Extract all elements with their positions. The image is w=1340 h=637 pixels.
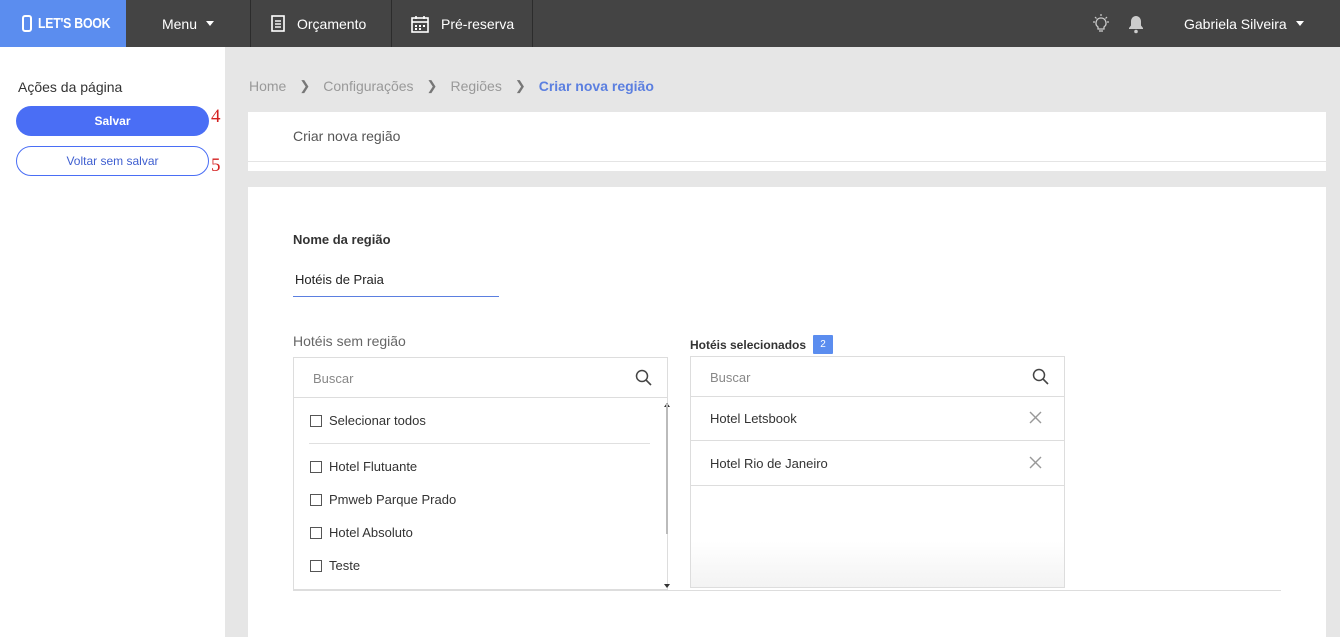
list-item[interactable]: Hotel Absoluto (310, 525, 413, 540)
bell-icon[interactable] (1127, 14, 1145, 34)
checkbox-icon (310, 559, 322, 572)
nav-orcamento[interactable]: Orçamento (252, 0, 392, 47)
user-menu[interactable]: Gabriela Silveira (1184, 0, 1304, 47)
lightbulb-icon[interactable] (1091, 14, 1111, 34)
available-hotels-label: Hotéis sem região (293, 333, 406, 349)
logo[interactable]: LET'S BOOK (0, 0, 126, 47)
hotel-name: Pmweb Parque Prado (329, 492, 457, 507)
select-all-label: Selecionar todos (329, 413, 426, 428)
available-search-input[interactable]: Buscar (294, 358, 667, 398)
nav-pre-reserva[interactable]: Pré-reserva (392, 0, 533, 47)
chevron-down-icon (206, 21, 215, 26)
close-icon[interactable] (1029, 411, 1042, 424)
search-placeholder: Buscar (710, 370, 751, 385)
hotel-name: Hotel Rio de Janeiro (710, 456, 828, 471)
search-icon[interactable] (1032, 368, 1049, 385)
search-icon[interactable] (635, 369, 652, 386)
page-header-card: Criar nova região (248, 112, 1326, 171)
annotation-5: 5 (211, 155, 221, 176)
nav-orcamento-label: Orçamento (297, 15, 367, 32)
checkbox-icon (310, 414, 322, 427)
selected-hotels-title: Hotéis selecionados (690, 337, 807, 352)
document-icon (271, 15, 285, 32)
hotel-name: Hotel Letsbook (710, 411, 797, 426)
page-title: Criar nova região (293, 128, 401, 144)
user-name: Gabriela Silveira (1184, 15, 1287, 32)
scroll-down-arrow-icon[interactable] (664, 584, 670, 588)
save-button[interactable]: Salvar (16, 106, 209, 136)
annotation-4: 4 (211, 106, 221, 127)
scrollbar[interactable] (666, 404, 668, 534)
available-hotels-list: Buscar Selecionar todos Hotel Flutuante … (293, 357, 670, 590)
chevron-down-icon (1295, 21, 1304, 26)
divider (293, 590, 1281, 591)
hotel-name: Hotel Absoluto (329, 525, 413, 540)
breadcrumb: Home ❯ Configurações ❯ Regiões ❯ Criar n… (249, 78, 654, 94)
breadcrumb-current: Criar nova região (538, 78, 654, 94)
close-icon[interactable] (1029, 456, 1042, 469)
logo-square-icon (22, 15, 32, 32)
menu-dropdown[interactable]: Menu (126, 0, 251, 47)
chevron-right-icon: ❯ (426, 78, 438, 93)
selected-count-badge: 2 (813, 335, 834, 354)
back-without-saving-button[interactable]: Voltar sem salvar (16, 146, 209, 176)
list-item[interactable]: Teste (310, 558, 360, 573)
checkbox-icon (310, 526, 322, 539)
list-item: Hotel Letsbook (691, 396, 1064, 441)
search-placeholder: Buscar (313, 371, 354, 386)
divider (248, 161, 1326, 162)
checkbox-icon (310, 493, 322, 506)
calendar-icon (411, 15, 429, 33)
selected-hotels-label: Hotéis selecionados 2 (690, 335, 834, 354)
page-actions-sidebar: Ações da página Salvar Voltar sem salvar (0, 47, 225, 637)
region-name-input[interactable]: Hotéis de Praia (293, 270, 499, 297)
hotel-name: Hotel Flutuante (329, 459, 418, 474)
breadcrumb-configuracoes[interactable]: Configurações (323, 78, 413, 94)
region-name-label: Nome da região (293, 232, 391, 247)
nav-pre-reserva-label: Pré-reserva (441, 15, 515, 32)
breadcrumb-home[interactable]: Home (249, 78, 286, 94)
logo-text: LET'S BOOK (37, 15, 111, 32)
breadcrumb-regioes[interactable]: Regiões (450, 78, 501, 94)
chevron-right-icon: ❯ (299, 78, 311, 93)
selected-hotels-list: Buscar Hotel Letsbook Hotel Rio de Janei… (690, 356, 1065, 588)
hotel-name: Teste (329, 558, 361, 573)
list-item[interactable]: Hotel Flutuante (310, 459, 417, 474)
selected-search-input[interactable]: Buscar (691, 357, 1064, 397)
select-all-checkbox[interactable]: Selecionar todos (310, 413, 426, 428)
menu-label: Menu (161, 15, 198, 32)
top-bar: LET'S BOOK Menu Orçamento Pré-reserva Ga… (0, 0, 1340, 47)
sidebar-title: Ações da página (18, 79, 123, 95)
list-item: Hotel Rio de Janeiro (691, 441, 1064, 486)
chevron-right-icon: ❯ (514, 78, 526, 93)
region-name-value: Hotéis de Praia (295, 272, 384, 287)
divider (309, 443, 650, 444)
list-item[interactable]: Pmweb Parque Prado (310, 492, 456, 507)
checkbox-icon (310, 460, 322, 473)
